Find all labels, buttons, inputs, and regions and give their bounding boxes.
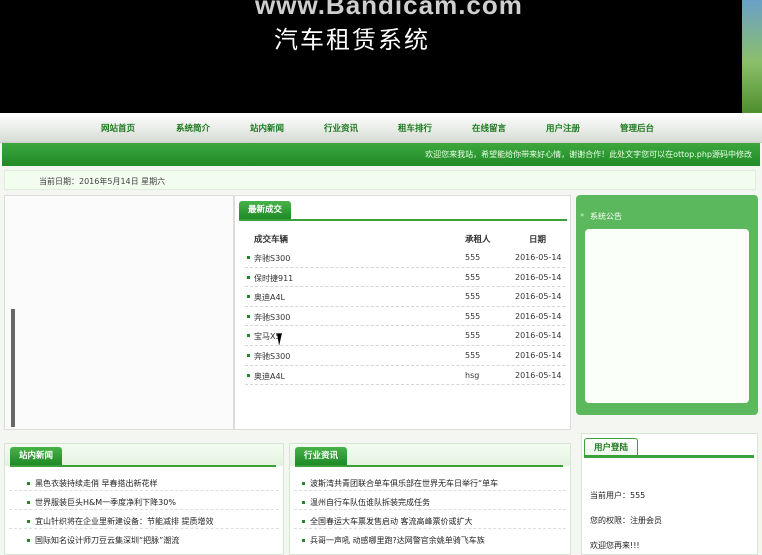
system-notice-title: 系统公告 <box>590 212 622 221</box>
user-login-panel: 用户登陆 当前用户：555 您的权限：注册会员 欢迎您再来!!! <box>581 433 758 555</box>
deal-car[interactable]: 奔驰S300 <box>254 253 290 264</box>
nav-rental-ranking[interactable]: 租车排行 <box>398 122 432 134</box>
deal-renter: 555 <box>465 292 481 302</box>
deal-renter: 555 <box>465 272 481 282</box>
header-car: 成交车辆 <box>254 235 289 245</box>
news-link[interactable]: 温州自行车队伍谁队拆装完成任务 <box>302 497 430 508</box>
bullet-icon <box>247 354 250 357</box>
bullet-icon <box>247 334 250 338</box>
deal-renter: 555 <box>465 351 481 360</box>
bullet-icon <box>247 314 250 318</box>
table-row[interactable]: 奔驰S300 555 2016-05-14 <box>245 346 565 366</box>
header-renter: 承租人 <box>465 235 491 245</box>
deal-renter: 555 <box>465 253 481 262</box>
news-link[interactable]: 世界服装巨头H&M一季度净利下降30% <box>27 497 176 508</box>
nav-admin[interactable]: 管理后台 <box>620 122 654 134</box>
user-permission: 您的权限：注册会员 <box>590 516 662 525</box>
banner-landscape-image <box>742 0 762 113</box>
user-login-tab[interactable]: 用户登陆 <box>584 438 639 456</box>
header-date: 日期 <box>529 235 547 245</box>
divider <box>294 490 566 491</box>
site-news-panel: 站内新闻 黑色衣装持续走俏 早春搭出新花样 世界服装巨头H&M一季度净利下降30… <box>4 443 284 555</box>
deal-car[interactable]: 奥迪A4L <box>254 292 285 303</box>
deal-car[interactable]: 奔驰S300 <box>254 351 290 362</box>
news-link[interactable]: 兵哥一声吼 动感哪里跑?达网警官余姚单骑飞车族 <box>302 535 485 546</box>
divider <box>9 528 279 529</box>
bullet-icon <box>247 275 250 279</box>
deal-car[interactable]: 奔驰S300 <box>254 312 290 323</box>
current-date: 当前日期：2016年5月14日 星期六 <box>39 177 166 186</box>
mouse-cursor-icon <box>277 332 289 346</box>
table-row[interactable]: 宝马X5 555 2016-05-14 <box>245 326 565 346</box>
deal-date: 2016-05-14 <box>515 370 562 380</box>
latest-deals-panel: 最新成交 成交车辆 承租人 日期 奔驰S300 555 2016-05-14 保… <box>234 195 571 430</box>
nav-register[interactable]: 用户注册 <box>546 122 580 134</box>
recorder-watermark: www.Bandicam.com <box>255 0 523 20</box>
site-title: 汽车租赁系统 <box>274 26 430 54</box>
news-link[interactable]: 全国春运大车票发售启动 客流高峰票价或扩大 <box>302 516 473 527</box>
current-user: 当前用户：555 <box>590 491 646 500</box>
table-row[interactable]: 奔驰S300 555 2016-05-14 <box>245 307 565 327</box>
banner: www.Bandicam.com 汽车租赁系统 <box>0 0 762 113</box>
nav-industry-news[interactable]: 行业资讯 <box>324 122 358 134</box>
divider <box>294 528 566 529</box>
industry-news-panel: 行业资讯 波斯湾共青团联合单车俱乐部在世界无车日举行“单车 温州自行车队伍谁队拆… <box>289 443 571 555</box>
marquee-text: 欢迎您来我站，希望能给你带来好心情，谢谢合作！此处文字您可以在ottop.php… <box>425 150 752 159</box>
nav-about[interactable]: 系统简介 <box>176 122 210 134</box>
date-bar: 当前日期：2016年5月14日 星期六 <box>4 170 756 190</box>
system-notice-panel: » 系统公告 <box>576 195 758 415</box>
news-link[interactable]: 波斯湾共青团联合单车俱乐部在世界无车日举行“单车 <box>301 478 498 489</box>
left-panel <box>4 195 234 430</box>
nav-home[interactable]: 网站首页 <box>101 122 135 134</box>
news-link[interactable]: 国际知名设计师刀豆云集深圳“把脉”潮流 <box>26 535 179 546</box>
table-row[interactable]: 奥迪A4L 555 2016-05-14 <box>245 287 565 307</box>
double-arrow-icon: » <box>580 211 585 219</box>
welcome-message: 欢迎您再来!!! <box>590 541 640 550</box>
welcome-marquee: 欢迎您来我站，希望能给你带来好心情，谢谢合作！此处文字您可以在ottop.php… <box>2 143 760 166</box>
bullet-icon <box>247 295 250 299</box>
table-row[interactable]: 奥迪A4L hsg 2016-05-14 <box>245 366 565 386</box>
news-link[interactable]: 黑色衣装持续走俏 早春搭出新花样 <box>27 478 158 489</box>
tab-underline <box>584 455 754 458</box>
nav-guestbook[interactable]: 在线留言 <box>472 122 506 134</box>
bullet-icon <box>247 256 250 259</box>
table-row[interactable]: 奔驰S300 555 2016-05-14 <box>245 248 565 268</box>
tab-underline <box>10 465 276 467</box>
deal-date: 2016-05-14 <box>515 351 562 360</box>
deal-car[interactable]: 保时捷911 <box>254 273 293 284</box>
deal-date: 2016-05-14 <box>515 272 562 282</box>
tab-underline <box>239 219 567 221</box>
news-link[interactable]: 宜山针织将在企业里新建设备：节能减排 提质增效 <box>27 516 214 527</box>
site-news-tab[interactable]: 站内新闻 <box>10 447 63 465</box>
deal-renter: hsg <box>465 370 480 380</box>
latest-deals-tab[interactable]: 最新成交 <box>239 201 292 219</box>
table-row[interactable]: 保时捷911 555 2016-05-14 <box>245 268 565 288</box>
industry-news-tab[interactable]: 行业资讯 <box>295 447 348 465</box>
divider <box>9 509 279 510</box>
divider <box>9 490 279 491</box>
bullet-icon <box>247 373 250 377</box>
main-nav: 网站首页 系统简介 站内新闻 行业资讯 租车排行 在线留言 用户注册 管理后台 <box>0 113 762 143</box>
deal-date: 2016-05-14 <box>515 331 562 341</box>
deal-date: 2016-05-14 <box>515 311 562 321</box>
deal-date: 2016-05-14 <box>515 253 562 262</box>
divider <box>294 509 566 510</box>
deal-date: 2016-05-14 <box>515 292 562 302</box>
deal-renter: 555 <box>465 311 481 321</box>
nav-site-news[interactable]: 站内新闻 <box>250 122 284 134</box>
deal-car[interactable]: 奥迪A4L <box>254 371 285 382</box>
tab-underline <box>295 465 563 467</box>
deal-renter: 555 <box>465 331 481 341</box>
scrollbar[interactable] <box>11 309 15 427</box>
system-notice-content <box>585 229 749 403</box>
